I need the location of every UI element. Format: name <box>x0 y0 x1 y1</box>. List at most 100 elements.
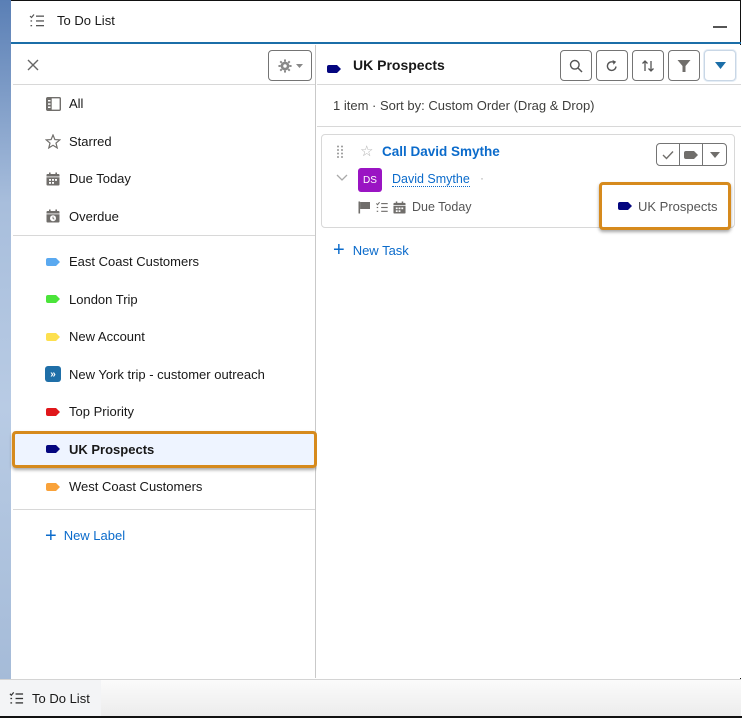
view-item-due-today[interactable]: Due Today <box>13 160 315 198</box>
utility-tab-todo-list[interactable]: To Do List <box>0 680 101 717</box>
filter-button[interactable] <box>668 50 700 81</box>
list-title: UK Prospects <box>353 57 445 73</box>
filter-icon <box>677 59 691 72</box>
search-icon <box>569 59 583 73</box>
label-item-east-coast-customers[interactable]: East Coast Customers <box>13 243 315 281</box>
tag-color <box>327 65 341 73</box>
todo-list-icon <box>9 692 24 704</box>
separator-dot: · <box>480 171 484 185</box>
label-name: New Account <box>69 329 145 345</box>
assign-label-button[interactable] <box>680 144 703 165</box>
new-task-text: New Task <box>352 242 409 258</box>
task-label-name: UK Prospects <box>638 198 718 214</box>
gear-icon <box>277 58 292 73</box>
toolbar <box>560 50 736 81</box>
forward-icon: » <box>45 366 61 383</box>
plus-icon: + <box>45 524 57 547</box>
list-view-icon <box>45 96 61 111</box>
label-item-london-trip[interactable]: London Trip <box>13 281 315 319</box>
close-icon[interactable] <box>25 57 41 73</box>
tag-icon <box>45 405 61 419</box>
label-name: West Coast Customers <box>69 479 203 495</box>
caret-down-icon <box>709 151 720 158</box>
sort-button[interactable] <box>632 50 664 81</box>
window-titlebar: To Do List <box>11 0 741 44</box>
label-list: East Coast Customers London Trip New Acc… <box>12 236 317 509</box>
drag-handle-icon[interactable] <box>336 145 344 159</box>
refresh-icon <box>606 59 617 71</box>
view-item-overdue[interactable]: Overdue <box>13 198 315 236</box>
refresh-button[interactable] <box>596 50 628 81</box>
task-menu-button[interactable] <box>703 144 726 165</box>
tag-icon <box>45 255 61 269</box>
task-meta: Due Today <box>358 200 472 214</box>
task-label-chip[interactable]: UK Prospects <box>599 182 731 230</box>
forward-badge: » <box>45 366 61 383</box>
calendar-icon <box>393 200 406 214</box>
view-label: Overdue <box>69 208 119 224</box>
task-item[interactable]: ☆ Call David Smythe DS David Smythe · Du… <box>321 134 735 230</box>
view-label: Due Today <box>69 171 131 187</box>
task-list-header: UK Prospects <box>317 45 741 85</box>
view-item-starred[interactable]: Starred <box>13 123 315 161</box>
labels-sidebar: All Starred Due Today Overdue East Coast… <box>12 45 317 678</box>
tag-color <box>46 445 60 454</box>
tag-color <box>46 482 60 491</box>
label-item-west-coast-customers[interactable]: West Coast Customers <box>13 468 315 506</box>
minimize-button[interactable] <box>713 26 727 28</box>
tag-icon <box>327 61 341 76</box>
utility-tab-label: To Do List <box>32 691 90 706</box>
due-date: Due Today <box>412 200 472 214</box>
label-name: New York trip - customer outreach <box>69 366 265 382</box>
tag-icon <box>684 150 698 159</box>
window-title: To Do List <box>57 13 115 28</box>
tag-icon <box>45 442 61 456</box>
caret-down-icon <box>714 62 726 69</box>
task-list-panel: UK Prospects 1 item · Sort by: Custom Or… <box>317 45 741 678</box>
view-filters: All Starred Due Today Overdue <box>13 85 315 235</box>
caret-down-icon <box>295 63 303 68</box>
tag-color <box>46 257 60 266</box>
list-summary: 1 item · Sort by: Custom Order (Drag & D… <box>317 85 741 127</box>
check-icon <box>662 150 674 160</box>
sidebar-header <box>13 45 315 85</box>
label-item-uk-prospects[interactable]: UK Prospects <box>12 430 317 468</box>
task-actions <box>656 143 727 166</box>
new-label-button[interactable]: + New Label <box>13 510 315 562</box>
chevron-down-icon[interactable] <box>336 173 348 183</box>
task-title-link[interactable]: Call David Smythe <box>382 144 500 159</box>
label-item-new-account[interactable]: New Account <box>13 318 315 356</box>
utility-bar: To Do List <box>0 679 741 717</box>
label-item-new-york-trip[interactable]: » New York trip - customer outreach <box>13 356 315 394</box>
label-name: UK Prospects <box>69 441 155 457</box>
tag-icon <box>45 480 61 494</box>
view-item-all[interactable]: All <box>13 85 315 123</box>
tag-icon <box>618 202 632 210</box>
tag-color <box>46 407 60 416</box>
complete-task-button[interactable] <box>657 144 680 165</box>
flag-icon <box>358 201 370 213</box>
plus-icon: + <box>333 239 345 261</box>
calendar-icon <box>45 172 61 186</box>
subtask-list-icon <box>375 201 388 212</box>
new-label-text: New Label <box>63 528 126 543</box>
star-icon <box>45 133 61 149</box>
contact-link[interactable]: David Smythe <box>392 172 470 187</box>
settings-menu-button[interactable] <box>268 50 312 81</box>
search-button[interactable] <box>560 50 592 81</box>
more-options-button[interactable] <box>704 50 736 81</box>
label-name: London Trip <box>69 291 138 307</box>
todo-list-icon <box>29 14 44 27</box>
tag-icon <box>45 292 61 306</box>
tag-icon <box>45 330 61 344</box>
new-task-button[interactable]: + New Task <box>333 240 409 260</box>
label-name: Top Priority <box>69 404 135 420</box>
background-desktop-strip <box>0 0 11 680</box>
calendar-clock-icon <box>45 209 61 223</box>
view-label: All <box>69 96 84 112</box>
avatar: DS <box>358 168 382 192</box>
tag-color <box>46 295 60 304</box>
tag-color <box>46 332 60 341</box>
star-toggle-icon[interactable]: ☆ <box>360 142 373 160</box>
label-item-top-priority[interactable]: Top Priority <box>13 393 315 431</box>
